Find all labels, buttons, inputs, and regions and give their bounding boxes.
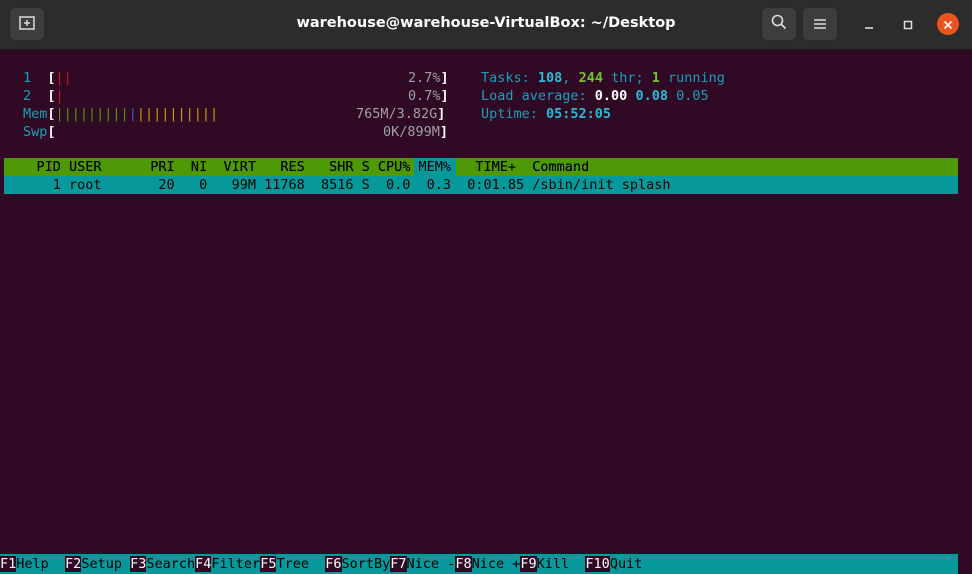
menu-button[interactable] xyxy=(802,7,838,41)
load-1min: 0.00 xyxy=(594,88,628,104)
hamburger-menu-icon xyxy=(813,15,827,34)
tasks-line: Tasks: 108, 244 thr; 1 running xyxy=(481,69,725,87)
mem-open-bracket: [ xyxy=(47,106,56,122)
mem-buffer-bars: | xyxy=(128,106,137,122)
f10-key: F10 xyxy=(585,556,610,572)
function-key-bar: F1Help F2Setup F3SearchF4FilterF5Tree F6… xyxy=(0,554,958,574)
mem-used-bars: ||||||||| xyxy=(55,106,129,122)
load-average-line: Load average: 0.00 0.08 0.05 xyxy=(481,87,709,105)
cpu2-close-bracket: ] xyxy=(440,88,449,104)
minimize-icon xyxy=(864,15,874,34)
cpu2-open-bracket: [ xyxy=(47,88,56,104)
quit-button[interactable]: Quit xyxy=(610,556,643,572)
tasks-separator: , xyxy=(562,70,579,86)
cpu2-label: 2 xyxy=(23,88,32,104)
running-label: running xyxy=(659,70,725,86)
tasks-label: Tasks: xyxy=(481,70,538,86)
minimize-button[interactable] xyxy=(858,13,880,35)
tasks-count: 108 xyxy=(537,70,563,86)
swap-open-bracket: [ xyxy=(47,124,56,140)
filter-button[interactable]: Filter xyxy=(211,556,260,572)
mem-close-bracket: ] xyxy=(437,106,446,122)
cpu1-label: 1 xyxy=(23,70,32,86)
f3-key: F3 xyxy=(130,556,147,572)
cpu2-bars: | xyxy=(55,88,64,104)
terminal-scrollbar[interactable] xyxy=(962,50,970,574)
f4-key: F4 xyxy=(195,556,212,572)
mem-cache-bars: |||||||||| xyxy=(136,106,219,122)
close-icon xyxy=(943,15,953,34)
mem-value: 765M/3.82G xyxy=(356,106,438,122)
cpu1-close-bracket: ] xyxy=(440,70,449,86)
mem-meter: Mem[|||||||||||||||||||| xyxy=(23,105,218,123)
f6-key: F6 xyxy=(325,556,342,572)
swap-value: 0K/899M xyxy=(383,124,440,140)
uptime-value: 05:52:05 xyxy=(546,106,612,122)
cpu1-meter: 1 [|| xyxy=(23,69,72,87)
threads-count: 244 xyxy=(578,70,603,86)
f2-key: F2 xyxy=(65,556,82,572)
f5-key: F5 xyxy=(260,556,277,572)
uptime-label: Uptime: xyxy=(481,106,547,122)
close-button[interactable] xyxy=(937,13,959,35)
new-tab-icon xyxy=(19,15,35,34)
sortby-button[interactable]: SortBy xyxy=(342,556,391,572)
running-count: 1 xyxy=(651,70,660,86)
load-5min: 0.08 xyxy=(635,88,668,104)
maximize-button[interactable] xyxy=(897,13,919,35)
swap-label: Swp xyxy=(23,124,48,140)
process-table-header-text: PID USER PRI NI VIRT RES SHR S CPU% MEM%… xyxy=(4,159,590,175)
load-average-label: Load average: xyxy=(481,88,595,104)
cpu1-open-bracket: [ xyxy=(47,70,56,86)
f7-key: F7 xyxy=(390,556,407,572)
uptime-line: Uptime: 05:52:05 xyxy=(481,105,611,123)
cpu2-meter: 2 [| xyxy=(23,87,64,105)
window-title: warehouse@warehouse-VirtualBox: ~/Deskto… xyxy=(296,15,676,31)
cpu1-bars: || xyxy=(55,70,72,86)
f1-key: F1 xyxy=(0,556,17,572)
f9-key: F9 xyxy=(520,556,537,572)
mem-label: Mem xyxy=(23,106,48,122)
cpu2-value: 0.7% xyxy=(408,88,441,104)
cpu1-value-group: 2.7%] xyxy=(408,69,449,87)
process-row[interactable]: 1 root 20 0 99M 11768 8516 S 0.0 0.3 0:0… xyxy=(4,176,958,194)
tree-button[interactable]: Tree xyxy=(276,556,325,572)
help-button[interactable]: Help xyxy=(16,556,65,572)
cpu2-value-group: 0.7%] xyxy=(408,87,449,105)
load-15min: 0.05 xyxy=(676,88,709,104)
threads-label: thr; xyxy=(602,70,652,86)
swap-close-bracket: ] xyxy=(439,124,449,140)
nice-minus-button[interactable]: Nice - xyxy=(407,556,456,572)
maximize-icon xyxy=(903,15,913,34)
terminal-titlebar: warehouse@warehouse-VirtualBox: ~/Deskto… xyxy=(0,0,972,50)
setup-button[interactable]: Setup xyxy=(81,556,130,572)
new-tab-button[interactable] xyxy=(9,7,45,41)
nice-plus-button[interactable]: Nice + xyxy=(472,556,521,572)
kill-button[interactable]: Kill xyxy=(537,556,586,572)
f8-key: F8 xyxy=(455,556,472,572)
swap-value-group: 0K/899M] xyxy=(383,123,448,141)
mem-value-group: 765M/3.82G] xyxy=(356,105,445,123)
search-icon xyxy=(771,14,787,34)
terminal-area[interactable]: 1 [|| 2.7%] 2 [| 0.7%] Mem[|||||||||||||… xyxy=(0,50,972,574)
swap-meter: Swp[ xyxy=(23,123,56,141)
cpu1-value: 2.7% xyxy=(408,70,441,86)
search-button[interactable] xyxy=(761,7,797,41)
search-function-button[interactable]: Search xyxy=(146,556,195,572)
